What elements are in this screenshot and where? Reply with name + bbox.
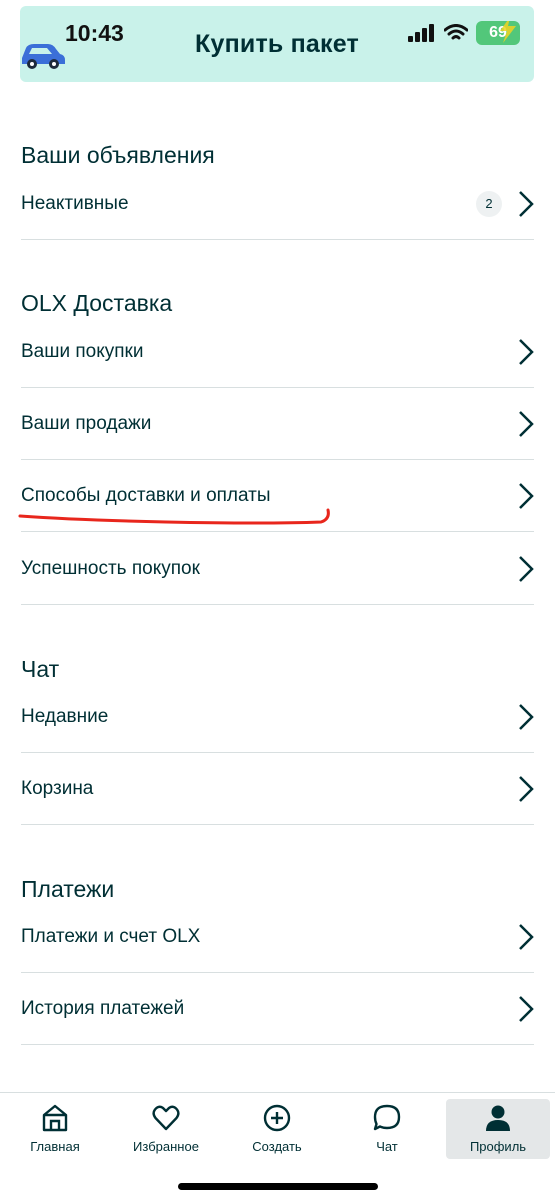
menu-item-label: Ваши продажи [21, 412, 152, 434]
home-indicator [178, 1183, 378, 1190]
chevron-right-icon [519, 482, 534, 509]
tab-label: Профиль [469, 1139, 527, 1154]
menu-item-label: Способы доставки и оплаты [21, 484, 271, 506]
buy-package-banner[interactable]: 10:43 Купить пакет 69 [20, 6, 534, 82]
chevron-right-icon [519, 338, 534, 365]
menu-item-label: Ваши покупки [21, 340, 144, 362]
menu-item-your-sales[interactable]: Ваши продажи [21, 388, 534, 460]
battery-indicator: 69 [476, 21, 520, 45]
menu-item-payments-account[interactable]: Платежи и счет OLX [21, 901, 534, 973]
tab-favorites[interactable]: Избранное [114, 1099, 218, 1159]
count-badge: 2 [476, 190, 502, 217]
menu-item-label: Корзина [21, 777, 94, 799]
menu-item-label: Неактивные [21, 192, 129, 214]
menu-item-label: Недавние [21, 705, 109, 727]
tab-label: Чат [376, 1139, 398, 1154]
menu-item-trash[interactable]: Корзина [21, 753, 534, 825]
chevron-right-icon [519, 923, 534, 950]
tab-profile[interactable]: Профиль [446, 1099, 550, 1159]
signal-icon [408, 24, 434, 42]
tab-home[interactable]: Главная [3, 1099, 107, 1159]
chat-bubble-icon [373, 1104, 401, 1131]
section-title-olx-delivery: OLX Доставка [21, 290, 173, 316]
menu-item-delivery-payment-methods[interactable]: Способы доставки и оплаты [21, 460, 534, 532]
menu-item-purchase-success[interactable]: Успешность покупок [21, 533, 534, 605]
status-indicators: 69 [408, 20, 520, 46]
chevron-right-icon [519, 555, 534, 582]
section-title-chat: Чат [21, 656, 60, 682]
tab-label: Главная [30, 1139, 80, 1154]
chevron-right-icon [519, 775, 534, 802]
plus-circle-icon [263, 1104, 291, 1132]
chevron-right-icon [519, 995, 534, 1022]
chevron-right-icon [519, 410, 534, 437]
tab-create[interactable]: Создать [225, 1099, 329, 1159]
menu-item-label: История платежей [21, 997, 185, 1019]
home-icon [42, 1104, 68, 1132]
menu-item-recent[interactable]: Недавние [21, 681, 534, 753]
tab-label: Избранное [133, 1139, 199, 1154]
tab-label: Создать [252, 1139, 302, 1154]
chevron-right-icon [519, 190, 534, 217]
chevron-right-icon [519, 703, 534, 730]
profile-icon [486, 1105, 510, 1131]
section-title-payments: Платежи [21, 876, 115, 902]
menu-item-payment-history[interactable]: История платежей [21, 973, 534, 1045]
lightning-icon [500, 21, 516, 43]
section-title-your-ads: Ваши объявления [21, 142, 215, 168]
menu-item-label: Платежи и счет OLX [21, 925, 201, 947]
wifi-icon [444, 24, 468, 40]
menu-item-label: Успешность покупок [21, 557, 200, 579]
menu-item-inactive[interactable]: Неактивные 2 [21, 168, 534, 240]
tab-chat[interactable]: Чат [335, 1099, 439, 1159]
menu-item-your-purchases[interactable]: Ваши покупки [21, 316, 534, 388]
heart-icon [152, 1105, 180, 1131]
